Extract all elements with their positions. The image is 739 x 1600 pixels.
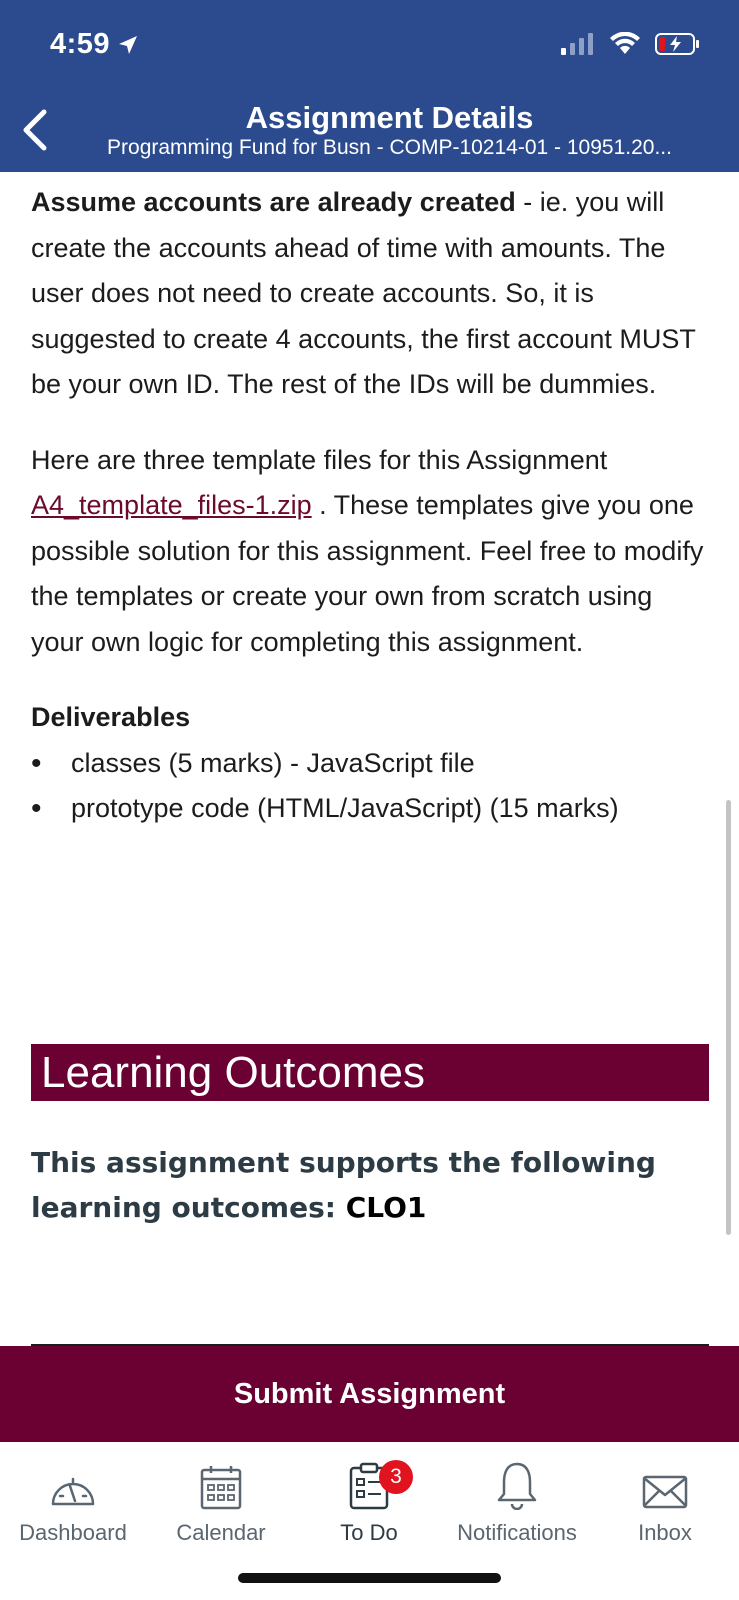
chevron-left-icon: [23, 109, 47, 151]
tab-calendar[interactable]: Calendar: [151, 1452, 291, 1546]
status-time-text: 4:59: [50, 28, 111, 60]
tab-dashboard[interactable]: Dashboard: [3, 1452, 143, 1546]
tab-inbox[interactable]: Inbox: [595, 1452, 735, 1546]
status-time: 4:59: [50, 28, 140, 61]
accounts-text: - ie. you will create the accounts ahead…: [31, 187, 696, 399]
submit-assignment-button[interactable]: Submit Assignment: [0, 1346, 739, 1442]
list-item: prototype code (HTML/JavaScript) (15 mar…: [31, 786, 711, 832]
tab-label: Inbox: [638, 1520, 692, 1545]
battery-icon: [655, 33, 699, 55]
calendar-icon: [200, 1466, 242, 1510]
templates-intro-text: Here are three template files for this A…: [31, 444, 608, 475]
location-arrow-icon: [119, 35, 138, 54]
tab-label: Dashboard: [19, 1520, 127, 1545]
page-title: Assignment Details: [245, 100, 534, 135]
tab-label: Calendar: [176, 1520, 266, 1545]
clo-code: CLO1: [345, 1191, 427, 1224]
tab-todo[interactable]: 3 To Do: [299, 1452, 439, 1546]
template-files-link[interactable]: A4_template_files-1.zip: [31, 490, 312, 520]
templates-paragraph: Here are three template files for this A…: [31, 438, 711, 666]
deliverables-heading: Deliverables: [31, 702, 191, 732]
cellular-signal-icon: [561, 33, 593, 55]
home-indicator[interactable]: [238, 1573, 501, 1583]
todo-badge: 3: [379, 1460, 413, 1494]
learning-outcomes-text: This assignment supports the following l…: [31, 1140, 691, 1230]
assignment-description: Assume accounts are already created - ie…: [31, 180, 711, 832]
back-button[interactable]: [14, 104, 54, 154]
inbox-icon: [642, 1475, 688, 1509]
app-header: 4:59 Assignment Details Programming Fund: [0, 0, 739, 172]
learning-outcomes-banner: Learning Outcomes: [31, 1044, 709, 1101]
learning-outcomes-statement: This assignment supports the following l…: [31, 1146, 656, 1224]
accounts-paragraph: Assume accounts are already created - ie…: [31, 180, 711, 408]
accounts-bold-text: Assume accounts are already created: [31, 187, 516, 217]
tab-notifications[interactable]: Notifications: [447, 1452, 587, 1546]
course-subtitle: Programming Fund for Busn - COMP-10214-0…: [107, 136, 672, 159]
status-indicators: [561, 32, 701, 56]
bell-icon: [497, 1462, 537, 1510]
deliverables-list: classes (5 marks) - JavaScript file prot…: [31, 741, 711, 832]
tab-label: Notifications: [457, 1520, 577, 1545]
list-item: classes (5 marks) - JavaScript file: [31, 741, 711, 787]
tab-label: To Do: [340, 1520, 398, 1545]
scrollbar[interactable]: [726, 800, 731, 1235]
wifi-icon: [610, 32, 640, 54]
dashboard-icon: [51, 1477, 95, 1506]
